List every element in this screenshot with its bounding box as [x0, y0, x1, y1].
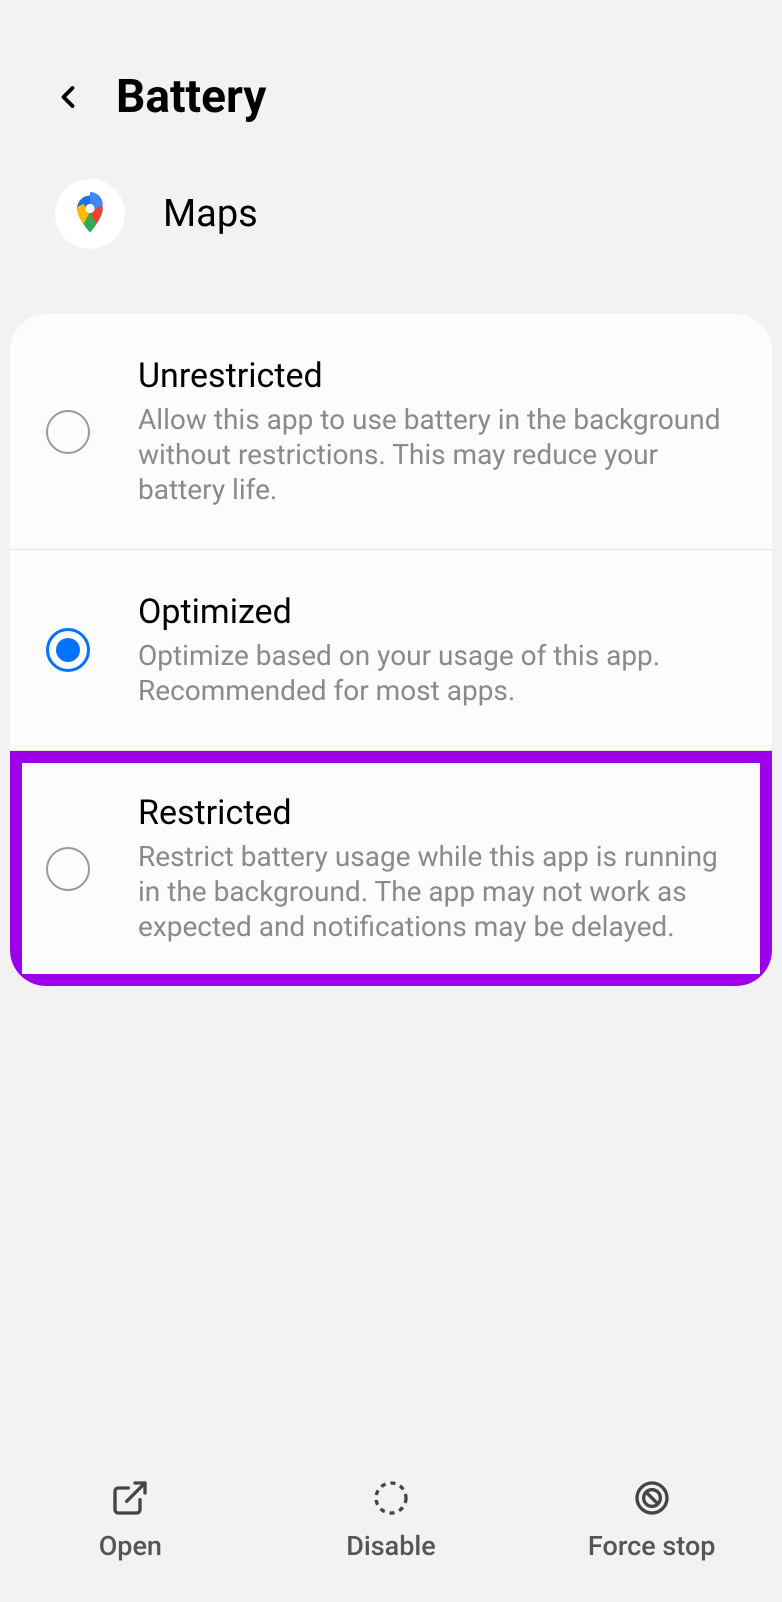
- open-label: Open: [99, 1530, 162, 1562]
- radio-restricted[interactable]: [46, 847, 90, 891]
- disable-label: Disable: [346, 1530, 435, 1562]
- radio-unrestricted[interactable]: [46, 410, 90, 454]
- open-button[interactable]: Open: [0, 1476, 261, 1562]
- maps-app-icon: [55, 179, 125, 249]
- disable-button[interactable]: Disable: [261, 1476, 522, 1562]
- option-description: Allow this app to use battery in the bac…: [138, 402, 740, 507]
- app-name: Maps: [163, 192, 258, 236]
- option-description: Optimize based on your usage of this app…: [138, 638, 740, 708]
- option-description: Restrict battery usage while this app is…: [138, 839, 740, 944]
- app-info: Maps: [0, 154, 782, 299]
- option-unrestricted[interactable]: Unrestricted Allow this app to use batte…: [10, 314, 772, 550]
- option-title: Restricted: [138, 793, 740, 833]
- option-text: Restricted Restrict battery usage while …: [138, 793, 740, 944]
- open-icon: [108, 1476, 152, 1520]
- bottom-action-bar: Open Disable Force stop: [0, 1456, 782, 1602]
- page-title: Battery: [116, 70, 266, 124]
- back-icon[interactable]: [50, 79, 86, 115]
- radio-optimized[interactable]: [46, 628, 90, 672]
- force-stop-button[interactable]: Force stop: [521, 1476, 782, 1562]
- option-optimized[interactable]: Optimized Optimize based on your usage o…: [10, 550, 772, 751]
- header: Battery: [0, 0, 782, 154]
- disable-icon: [369, 1476, 413, 1520]
- force-stop-label: Force stop: [588, 1530, 716, 1562]
- option-text: Optimized Optimize based on your usage o…: [138, 592, 740, 708]
- option-title: Unrestricted: [138, 356, 740, 396]
- option-restricted[interactable]: Restricted Restrict battery usage while …: [14, 755, 768, 982]
- battery-options-card: Unrestricted Allow this app to use batte…: [10, 314, 772, 986]
- option-title: Optimized: [138, 592, 740, 632]
- force-stop-icon: [630, 1476, 674, 1520]
- option-text: Unrestricted Allow this app to use batte…: [138, 356, 740, 507]
